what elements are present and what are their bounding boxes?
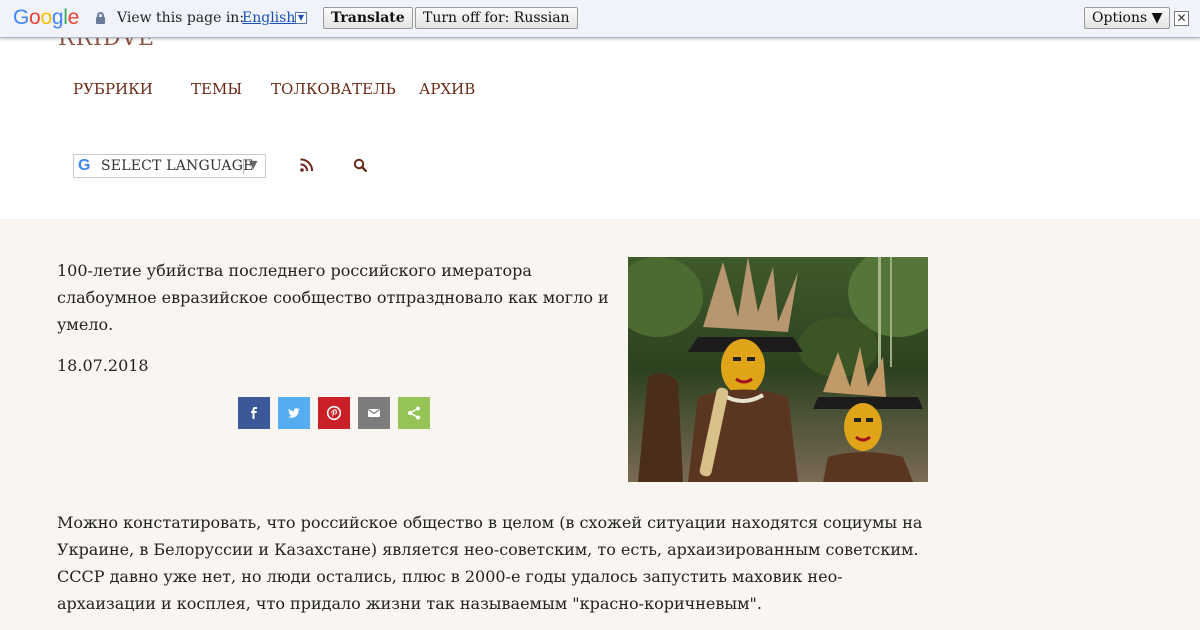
- rss-icon[interactable]: [300, 158, 313, 172]
- language-dropdown-icon[interactable]: ▼: [295, 12, 307, 24]
- share-icon: [408, 406, 420, 420]
- turn-off-button[interactable]: Turn off for: Russian: [415, 7, 578, 29]
- language-select-label: SELECT LANGUAGE: [101, 158, 254, 174]
- nav-item-archive[interactable]: АРХИВ: [419, 80, 475, 98]
- translate-button[interactable]: Translate: [323, 7, 413, 29]
- article-lead: 100-летие убийства последнего российског…: [57, 261, 609, 334]
- article-body: Можно констатировать, что российское общ…: [57, 513, 923, 613]
- divider: [243, 159, 244, 174]
- google-translate-bar: Google View this page in: English ▼ Tran…: [0, 0, 1200, 38]
- share-button[interactable]: [398, 397, 430, 429]
- language-link[interactable]: English: [242, 10, 295, 26]
- search-icon[interactable]: [353, 158, 367, 172]
- pinterest-icon: [326, 405, 342, 421]
- email-share-button[interactable]: [358, 397, 390, 429]
- options-button[interactable]: Options ▼: [1084, 7, 1171, 29]
- pinterest-share-button[interactable]: [318, 397, 350, 429]
- facebook-share-button[interactable]: [238, 397, 270, 429]
- article-area: 100-летие убийства последнего российског…: [0, 219, 1200, 630]
- nav-item-themes[interactable]: ТЕМЫ: [191, 80, 242, 98]
- google-logo: Google: [13, 6, 79, 29]
- facebook-icon: [251, 407, 257, 419]
- envelope-icon: [368, 409, 380, 417]
- twitter-icon: [288, 408, 300, 418]
- nav-item-rubrics[interactable]: РУБРИКИ: [73, 80, 153, 98]
- twitter-share-button[interactable]: [278, 397, 310, 429]
- close-icon[interactable]: ✕: [1174, 11, 1189, 26]
- article-photo: [628, 257, 928, 482]
- nav-item-glossary[interactable]: ТОЛКОВАТЕЛЬ: [271, 80, 396, 98]
- chevron-down-icon: ▼: [249, 158, 258, 171]
- article-date: 18.07.2018: [57, 356, 149, 375]
- translate-prompt: View this page in:: [117, 10, 245, 26]
- google-g-icon: G: [78, 157, 91, 174]
- lock-icon: [96, 12, 105, 24]
- language-select[interactable]: G SELECT LANGUAGE ▼: [73, 154, 266, 178]
